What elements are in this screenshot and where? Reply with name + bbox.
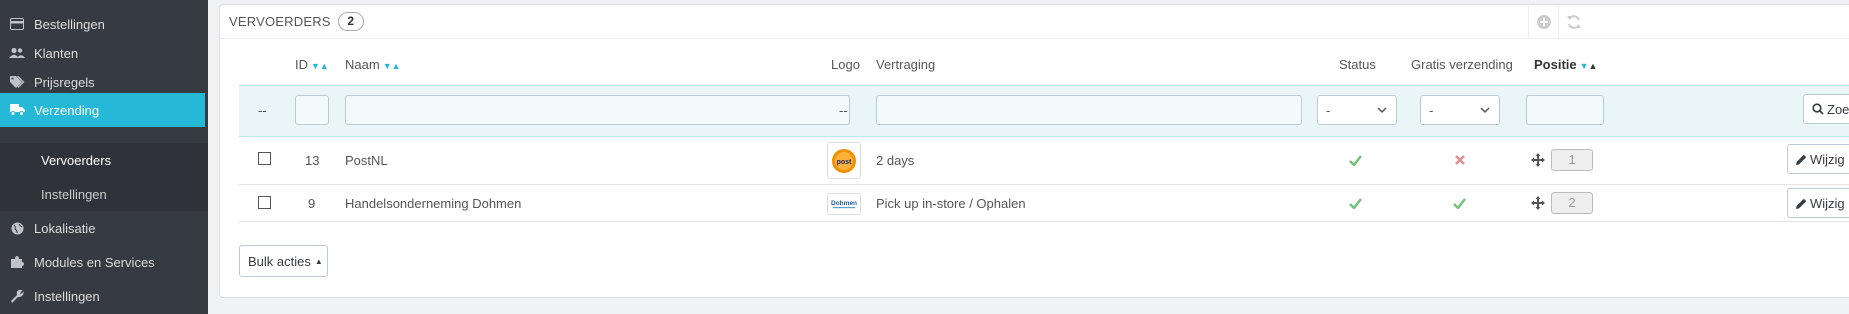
count-badge: 2 [337, 12, 364, 31]
wrench-icon [0, 289, 32, 303]
globe-icon [0, 222, 32, 235]
sidebar-item-verzending[interactable]: Verzending [0, 93, 208, 127]
enabled-check-icon[interactable] [1349, 198, 1362, 209]
carrier-delay: 2 days [876, 153, 915, 168]
panel-heading: VERVOERDERS 2 [220, 5, 1849, 39]
free-shipping-filter-select[interactable]: - [1420, 95, 1500, 125]
chevron-down-icon [1377, 107, 1387, 114]
dohmen-logo: Dohmen [827, 193, 861, 215]
position-filter-input[interactable] [1526, 95, 1604, 125]
sidebar-item-label: Verzending [34, 102, 100, 118]
caret-up-icon: ▲ [314, 256, 323, 266]
sidebar-item-label: Prijsregels [34, 74, 95, 90]
column-header-name[interactable]: Naam ▼▲ [345, 57, 401, 72]
sidebar-item-label: Klanten [34, 45, 79, 61]
carrier-id: 13 [305, 153, 320, 168]
truck-icon [0, 104, 32, 116]
plus-circle-icon [1536, 15, 1551, 29]
column-header-logo: Logo [831, 57, 860, 72]
sidebar-subitem-vervoerders[interactable]: Vervoerders [0, 143, 208, 177]
sidebar-subitem-instellingen[interactable]: Instellingen [0, 177, 208, 211]
sidebar-item-instellingen[interactable]: Instellingen [0, 279, 208, 313]
status-filter-select[interactable]: - [1317, 95, 1397, 125]
sort-icon[interactable]: ▼▲ [311, 61, 329, 71]
sidebar-item-modules[interactable]: Modules en Services [0, 245, 208, 279]
svg-text:post: post [837, 159, 852, 166]
add-carrier-button[interactable] [1528, 5, 1558, 39]
pencil-icon [1796, 198, 1807, 209]
carrier-name: Handelsonderneming Dohmen [345, 196, 522, 211]
delay-filter-input[interactable] [876, 95, 1302, 125]
search-button[interactable]: Zoek [1803, 94, 1849, 124]
id-filter-placeholder: -- [258, 103, 267, 118]
credit-card-icon [0, 18, 32, 30]
refresh-button[interactable] [1558, 5, 1588, 39]
sidebar-item-label: Modules en Services [34, 254, 155, 270]
name-filter-input[interactable] [345, 95, 850, 125]
puzzle-icon [0, 255, 32, 269]
tags-icon [0, 75, 32, 89]
free-shipping-filter-value: - [1429, 102, 1434, 118]
sort-icon[interactable]: ▼▲ [383, 61, 401, 71]
postnl-logo: post [827, 142, 861, 179]
search-icon [1812, 103, 1824, 115]
disabled-cross-icon[interactable] [1455, 155, 1465, 165]
edit-button-label: Wijzig [1810, 195, 1845, 211]
sidebar-item-label: Instellingen [34, 288, 100, 304]
sidebar-item-lokalisatie[interactable]: Lokalisatie [0, 211, 208, 245]
position-field: 2 [1551, 192, 1593, 214]
chevron-down-icon [1480, 107, 1490, 114]
sidebar: Bestellingen Klanten Prijsregels Verzend… [0, 0, 208, 314]
edit-button-label: Wijzig [1810, 151, 1845, 167]
sort-icon[interactable]: ▼▲ [1580, 61, 1598, 71]
panel-title: VERVOERDERS [229, 14, 331, 29]
pencil-icon [1796, 154, 1807, 165]
row-checkbox[interactable] [258, 196, 271, 209]
table-row: 9 Handelsonderneming Dohmen Dohmen Pick … [239, 185, 1849, 222]
column-header-free-shipping: Gratis verzending [1411, 57, 1513, 72]
carrier-delay: Pick up in-store / Ophalen [876, 196, 1026, 211]
row-checkbox[interactable] [258, 152, 271, 165]
carrier-name: PostNL [345, 153, 388, 168]
edit-button[interactable]: Wijzig [1787, 144, 1849, 174]
column-header-id[interactable]: ID ▼▲ [295, 57, 329, 72]
panel-toolbar [1528, 5, 1588, 39]
status-filter-value: - [1326, 102, 1331, 118]
users-icon [0, 47, 32, 59]
table-row: 13 PostNL post 2 days 1 [239, 137, 1849, 185]
sidebar-subitem-label: Vervoerders [41, 152, 112, 168]
column-header-label: ID [295, 57, 308, 72]
column-header-label: Naam [345, 57, 380, 72]
column-header-delay: Vertraging [876, 57, 936, 72]
sidebar-subitem-label: Instellingen [41, 186, 107, 202]
enabled-check-icon[interactable] [1349, 155, 1362, 166]
bulk-actions-label: Bulk acties [248, 253, 311, 269]
sidebar-item-label: Bestellingen [34, 16, 105, 32]
sidebar-item-label: Lokalisatie [34, 220, 96, 236]
id-filter-input[interactable] [295, 95, 329, 125]
edit-button[interactable]: Wijzig [1787, 188, 1849, 218]
drag-handle-icon[interactable] [1531, 153, 1545, 167]
position-field: 1 [1551, 149, 1593, 171]
carrier-id: 9 [308, 196, 316, 211]
column-header-status: Status [1339, 57, 1376, 72]
logo-filter-placeholder: -- [839, 103, 848, 118]
column-header-label: Positie [1534, 57, 1577, 72]
refresh-icon [1566, 15, 1581, 29]
free-shipping-check-icon[interactable] [1453, 198, 1466, 209]
column-header-position[interactable]: Positie ▼▲ [1534, 57, 1597, 72]
drag-handle-icon[interactable] [1531, 196, 1545, 210]
svg-text:Dohmen: Dohmen [831, 200, 857, 207]
filter-row: -- -- - - [239, 85, 1849, 137]
search-button-label: Zoek [1827, 101, 1849, 117]
bulk-actions-button[interactable]: Bulk acties ▲ [239, 245, 328, 277]
